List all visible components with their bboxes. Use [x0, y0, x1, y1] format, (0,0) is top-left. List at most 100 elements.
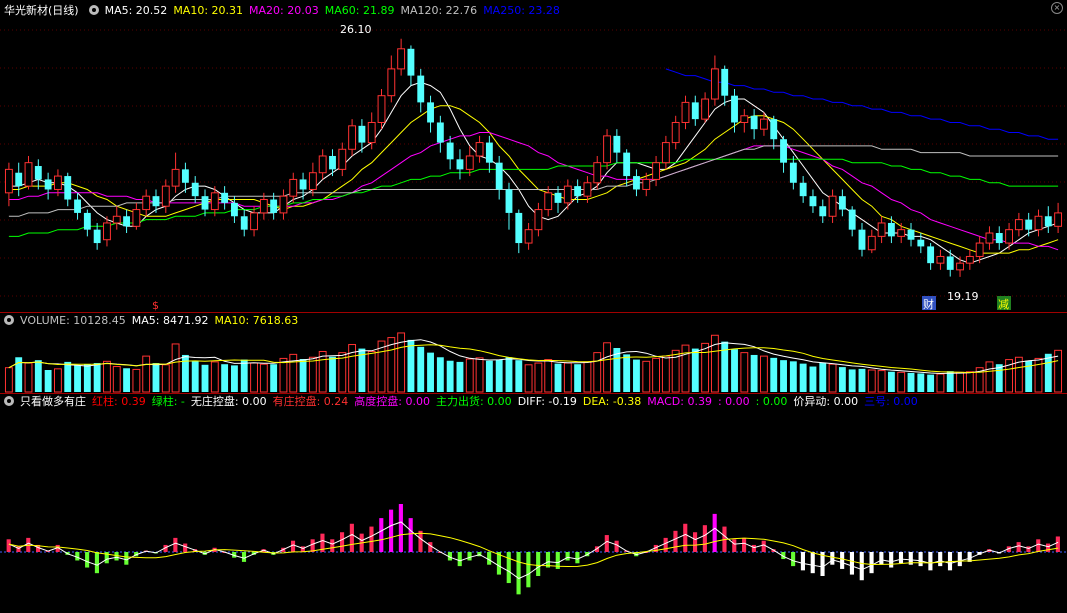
indicator-bar: [487, 552, 492, 565]
volume-bar: [828, 363, 837, 393]
volume-bar: [436, 357, 444, 392]
candle-body: [583, 182, 592, 197]
volume-bar: [759, 355, 768, 393]
cai-marker[interactable]: 财: [923, 297, 934, 311]
candle-body: [907, 229, 915, 240]
volume-bar: [789, 361, 797, 392]
kline-chart[interactable]: 26.10 19.19 财 减 $: [0, 0, 1067, 613]
candle-body: [201, 196, 209, 210]
indicator-bars: [0, 504, 1067, 595]
volume-bar: [936, 373, 945, 393]
candle-body: [534, 209, 543, 231]
indicator-bar: [849, 552, 855, 575]
volume-bar: [554, 363, 562, 392]
candle-body: [642, 178, 651, 190]
candle-body: [877, 222, 886, 237]
price-grid: [0, 29, 1067, 297]
volume-bar: [64, 361, 72, 392]
volume-bar: [181, 354, 189, 392]
volume-bar: [485, 360, 493, 392]
candle-body: [740, 115, 749, 123]
volume-bar: [750, 354, 758, 392]
candle-body: [574, 186, 582, 197]
high-label: 26.10: [340, 23, 372, 36]
candle-body: [710, 68, 719, 100]
candle-body: [171, 168, 180, 187]
volume-bar: [161, 364, 170, 393]
volume-bar: [927, 374, 935, 392]
candle-body: [701, 98, 710, 120]
volume-bar: [230, 365, 238, 392]
candle-body: [838, 196, 846, 210]
candle-body: [828, 195, 837, 217]
candle-body: [917, 239, 925, 247]
volume-bar: [946, 371, 954, 392]
candle-body: [505, 189, 513, 213]
s-marker[interactable]: $: [152, 299, 159, 312]
candle-body: [544, 192, 553, 211]
volume-bar: [681, 344, 690, 393]
indicator-bar: [379, 518, 384, 552]
candle-body: [985, 232, 994, 244]
volume-bar: [329, 356, 336, 392]
candle-body: [240, 216, 248, 230]
volume-bar: [652, 357, 661, 393]
volume-bar: [123, 368, 131, 392]
indicator-bar: [712, 513, 717, 552]
candle-body: [329, 155, 336, 170]
volume-bar: [563, 362, 572, 393]
candle-body: [1044, 216, 1052, 227]
candle-body: [691, 102, 699, 120]
volume-bar: [221, 364, 229, 392]
volume-bar: [633, 359, 640, 392]
volume-bar: [142, 355, 151, 393]
candle-body: [975, 242, 984, 257]
jian-marker[interactable]: 减: [998, 298, 1009, 311]
candle-body: [112, 215, 121, 224]
volume-bar: [819, 362, 827, 392]
volume-bar: [53, 368, 62, 393]
indicator-bar: [418, 530, 423, 552]
candle-body: [721, 68, 729, 96]
candle-body: [338, 148, 347, 170]
indicator-bar: [810, 552, 815, 574]
volume-bar: [171, 343, 180, 393]
volume-bar: [574, 364, 582, 392]
candle-body: [809, 196, 817, 207]
indicator-bar: [830, 552, 835, 565]
candle-body: [4, 168, 13, 194]
indicator-bar: [800, 552, 805, 571]
indicator-bar: [1026, 546, 1031, 552]
volume-bar: [965, 371, 974, 393]
indicator-bar: [290, 540, 296, 552]
volume-bar: [318, 350, 327, 393]
candle-body: [887, 222, 895, 237]
candle-body: [407, 48, 415, 76]
volume-bar: [867, 369, 876, 393]
candle-body: [603, 135, 611, 164]
candle-body: [927, 246, 935, 264]
volume-bar: [770, 357, 778, 392]
candle-body: [956, 262, 964, 271]
volume-bar: [299, 359, 307, 392]
candle-body: [681, 101, 690, 123]
candle-body: [132, 209, 141, 227]
volume-bar: [191, 360, 199, 392]
volume-bar: [367, 350, 376, 393]
volume-bar: [407, 339, 415, 392]
indicator-bar: [467, 552, 472, 561]
volume-bar: [701, 342, 710, 393]
indicator-bar: [506, 552, 511, 584]
candle-body: [524, 229, 533, 244]
volume-bar: [985, 361, 994, 393]
volume-bar: [308, 356, 317, 393]
candle-body: [436, 122, 444, 143]
candle-body: [318, 155, 327, 174]
candle-body: [64, 176, 72, 200]
volume-bar: [427, 352, 434, 392]
candle-body: [15, 172, 23, 187]
volume-bar: [661, 355, 670, 393]
volume-bar: [289, 353, 298, 393]
indicator-bar: [1036, 539, 1041, 552]
indicator-bar: [6, 539, 11, 552]
